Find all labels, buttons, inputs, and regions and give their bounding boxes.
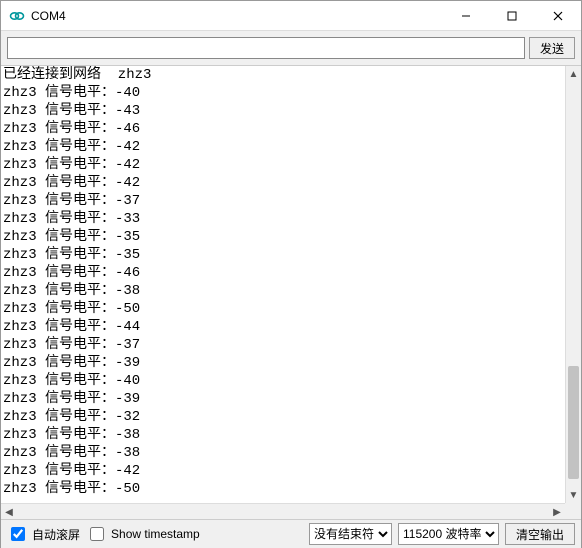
footer: 自动滚屏 Show timestamp 没有结束符 115200 波特率 清空输… xyxy=(1,520,581,548)
app-icon xyxy=(9,8,25,24)
horizontal-scrollbar[interactable]: ◀ ▶ xyxy=(1,503,565,519)
baud-select[interactable]: 115200 波特率 xyxy=(398,523,499,545)
timestamp-checkbox[interactable] xyxy=(90,527,104,541)
close-button[interactable] xyxy=(535,1,581,30)
serial-input[interactable] xyxy=(7,37,525,59)
scroll-up-icon[interactable]: ▲ xyxy=(566,66,581,82)
scroll-left-icon[interactable]: ◀ xyxy=(1,505,17,521)
window-title: COM4 xyxy=(31,9,443,23)
scroll-down-icon[interactable]: ▼ xyxy=(566,487,581,503)
scroll-corner xyxy=(565,503,581,519)
vertical-scrollbar[interactable]: ▲ ▼ xyxy=(565,66,581,503)
minimize-button[interactable] xyxy=(443,1,489,30)
timestamp-text: Show timestamp xyxy=(111,527,200,541)
serial-output: 已经连接到网络 zhz3 zhz3 信号电平：-40 zhz3 信号电平：-43… xyxy=(1,66,565,503)
clear-output-button[interactable]: 清空输出 xyxy=(505,523,575,545)
timestamp-checkbox-label[interactable]: Show timestamp xyxy=(86,524,200,544)
autoscroll-checkbox[interactable] xyxy=(11,527,25,541)
autoscroll-checkbox-label[interactable]: 自动滚屏 xyxy=(7,524,80,544)
titlebar: COM4 xyxy=(1,1,581,31)
send-button[interactable]: 发送 xyxy=(529,37,575,59)
line-ending-select[interactable]: 没有结束符 xyxy=(309,523,392,545)
autoscroll-text: 自动滚屏 xyxy=(32,526,80,543)
scroll-thumb[interactable] xyxy=(568,366,579,479)
window-controls xyxy=(443,1,581,30)
scroll-right-icon[interactable]: ▶ xyxy=(549,504,565,520)
output-area: 已经连接到网络 zhz3 zhz3 信号电平：-40 zhz3 信号电平：-43… xyxy=(1,66,581,520)
send-row: 发送 xyxy=(1,31,581,66)
maximize-button[interactable] xyxy=(489,1,535,30)
